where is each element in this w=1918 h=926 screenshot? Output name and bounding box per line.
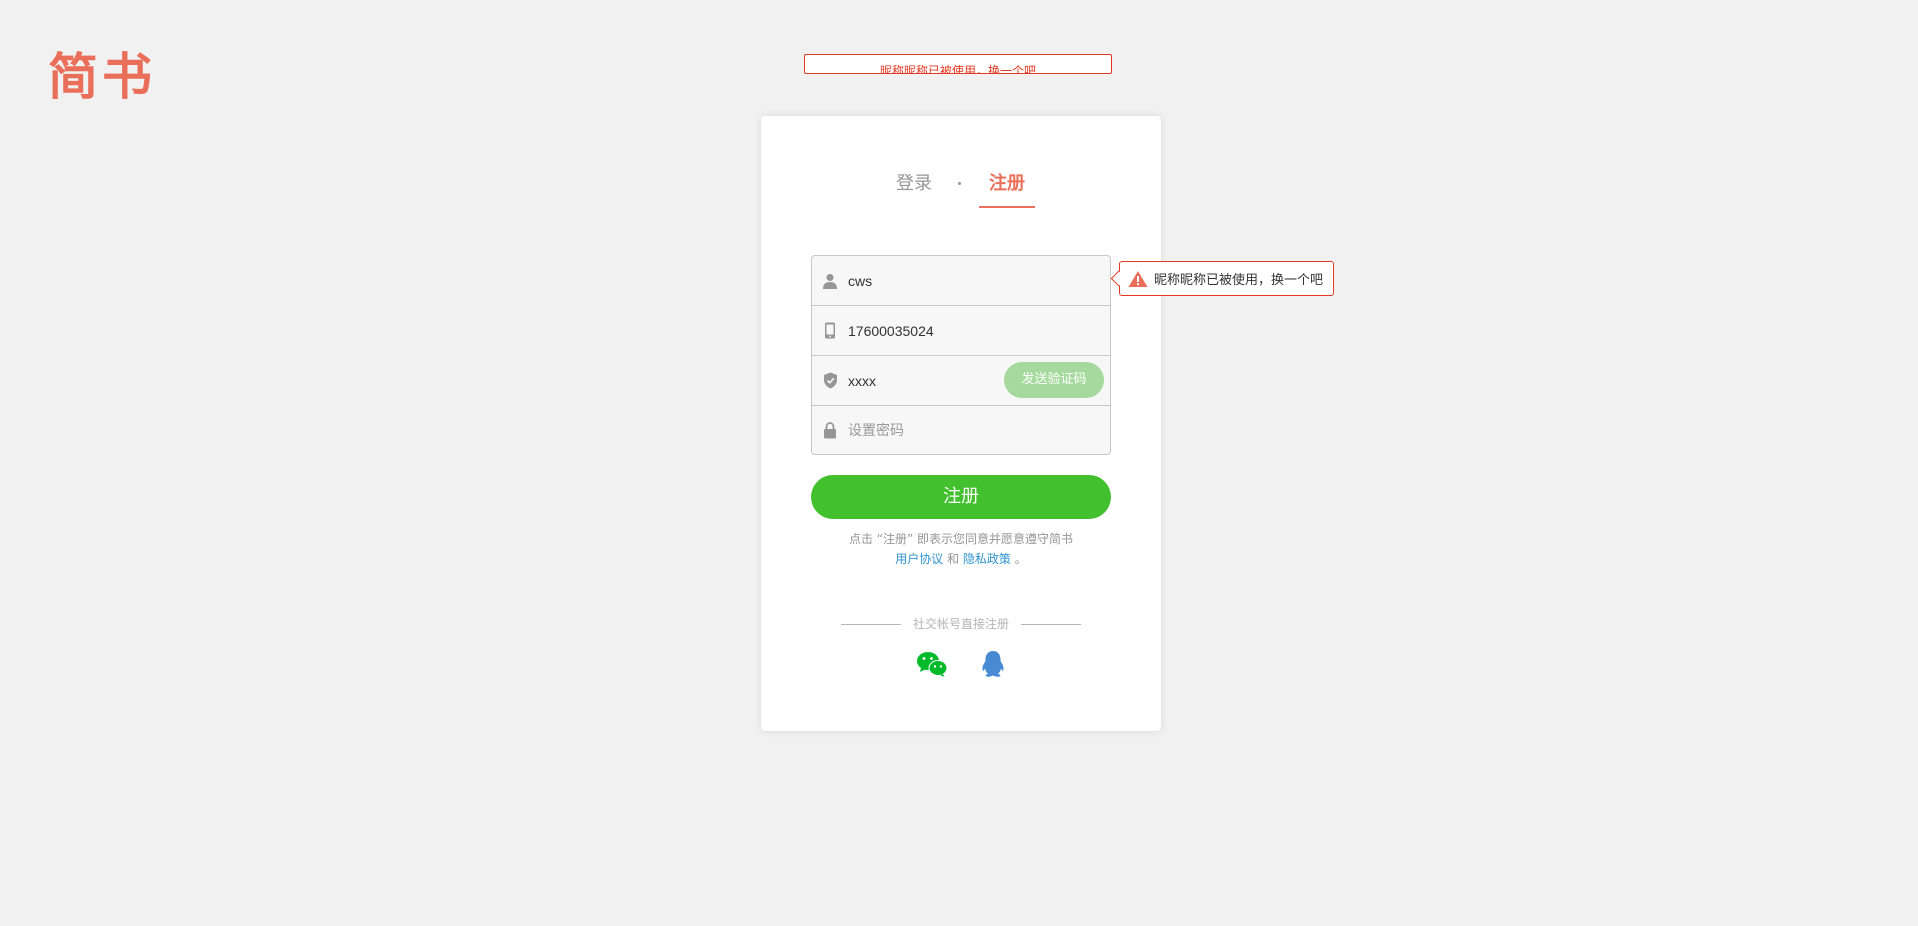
input-group: 发送验证码 xyxy=(811,255,1111,455)
tab-login[interactable]: 登录 xyxy=(896,172,932,196)
code-row: 发送验证码 xyxy=(812,356,1110,406)
send-code-button[interactable]: 发送验证码 xyxy=(1004,362,1104,398)
agreement-and: 和 xyxy=(943,552,963,566)
user-icon xyxy=(812,273,848,289)
auth-tabs: 登录 注册 xyxy=(761,172,1161,210)
password-row xyxy=(812,406,1110,454)
social-icons xyxy=(761,650,1161,682)
top-error-text: 昵称昵称已被使用，换一个吧 xyxy=(879,64,1036,74)
warning-icon xyxy=(1128,270,1148,288)
lock-icon xyxy=(812,421,848,439)
social-title: 社交帐号直接注册 xyxy=(761,616,1161,632)
tooltip-text: 昵称昵称已被使用，换一个吧 xyxy=(1154,273,1324,288)
wechat-icon[interactable] xyxy=(916,650,948,682)
social-title-text: 社交帐号直接注册 xyxy=(912,617,1009,631)
agreement-prefix: 点击 “注册” 即表示您同意并愿意遵守简书 xyxy=(848,532,1074,546)
nickname-row xyxy=(812,256,1110,306)
qq-icon[interactable] xyxy=(980,650,1006,682)
divider-line-left xyxy=(841,624,901,625)
phone-input[interactable] xyxy=(848,315,1048,346)
jianshu-logo[interactable]: 简书 xyxy=(48,44,156,110)
agreement-text: 点击 “注册” 即表示您同意并愿意遵守简书 用户协议 和 隐私政策 。 xyxy=(811,529,1111,569)
phone-icon xyxy=(812,322,848,339)
user-agreement-link[interactable]: 用户协议 xyxy=(895,552,943,566)
divider-line-right xyxy=(1021,624,1081,625)
register-form: 发送验证码 注册 点击 “注册” 即表示您同意并愿意遵守简书 用户协议 和 隐私… xyxy=(811,255,1111,569)
top-error-alert: 昵称昵称已被使用，换一个吧 xyxy=(804,54,1112,74)
shield-check-icon xyxy=(812,372,848,389)
phone-row xyxy=(812,306,1110,356)
privacy-policy-link[interactable]: 隐私政策 xyxy=(963,552,1011,566)
tab-separator-dot xyxy=(958,182,961,185)
nickname-input[interactable] xyxy=(848,265,1048,296)
tab-register[interactable]: 注册 xyxy=(979,172,1035,208)
register-submit-button[interactable]: 注册 xyxy=(811,475,1111,519)
agreement-suffix: 。 xyxy=(1010,552,1027,566)
password-input[interactable] xyxy=(848,415,1048,445)
register-card: 登录 注册 发送验证码 xyxy=(761,116,1161,731)
nickname-error-tooltip: 昵称昵称已被使用，换一个吧 xyxy=(1119,261,1335,296)
social-register: 社交帐号直接注册 xyxy=(761,616,1161,682)
